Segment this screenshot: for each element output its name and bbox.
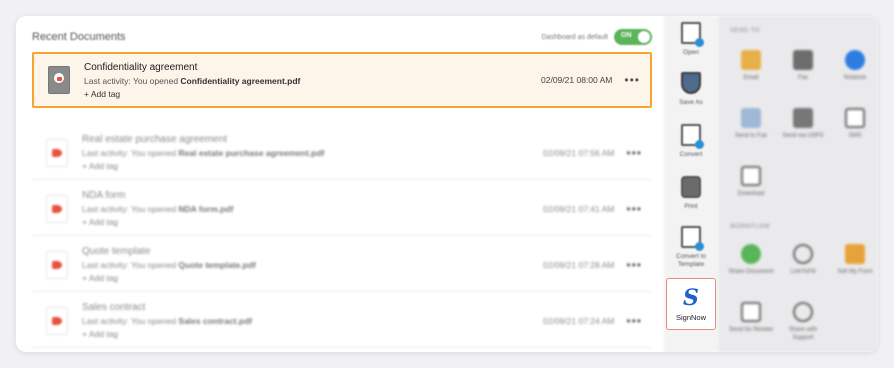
send-for-review-button[interactable]: Send for Review [726, 302, 776, 335]
document-activity: Last activity: You opened NDA form.pdf [82, 204, 234, 214]
signnow-label: SignNow [675, 313, 706, 322]
more-options-icon[interactable]: ••• [624, 73, 640, 87]
pdf-file-icon [46, 138, 68, 167]
document-date: 02/09/21 07:41 AM [543, 203, 615, 214]
sms-button[interactable]: SMS [830, 108, 878, 141]
add-tag-link[interactable]: + Add tag [82, 273, 256, 283]
send-fax-icon [741, 108, 761, 128]
document-info: NDA form Last activity: You opened NDA f… [82, 190, 233, 227]
share-document-button[interactable]: Share Document [726, 244, 776, 277]
send-to-title: SEND TO [730, 28, 760, 34]
open-file-icon [681, 22, 704, 47]
add-tag-link[interactable]: + Add tag [84, 89, 300, 99]
dashboard-default-label: Dashboard as default [541, 33, 608, 41]
main-card: Recent Documents Dashboard as default ON… [16, 16, 878, 352]
toggle-state: ON [621, 32, 632, 39]
notarize-button[interactable]: Notarize [830, 50, 878, 83]
document-info: Sales contract Last activity: You opened… [82, 302, 252, 339]
document-info: Quote template Last activity: You opened… [82, 246, 256, 283]
document-row-selected[interactable]: Confidentiality agreement Last activity:… [32, 52, 652, 108]
section-title: Recent Documents [32, 31, 126, 43]
send-via-usps-button[interactable]: Send via USPS [778, 108, 828, 141]
document-activity: Last activity: You opened Confidentialit… [84, 75, 301, 86]
document-row[interactable]: Real estate purchase agreement Last acti… [32, 126, 652, 180]
save-as-button[interactable]: Save As [664, 72, 718, 107]
dashboard-default-toggle[interactable]: ON [614, 29, 652, 45]
more-options-icon[interactable]: ••• [626, 314, 642, 328]
pdf-file-icon [46, 194, 68, 223]
link-to-fill-button[interactable]: LinkToFill [778, 244, 828, 277]
workflow-title: WORKFLOW [730, 224, 770, 230]
document-name[interactable]: Real estate purchase agreement [82, 134, 324, 145]
template-file-icon [681, 226, 704, 251]
dashboard-default-control: Dashboard as default ON [541, 29, 652, 45]
document-name[interactable]: NDA form [82, 190, 233, 201]
signnow-button[interactable]: S SignNow [666, 278, 716, 330]
add-tag-link[interactable]: + Add tag [82, 217, 233, 227]
support-icon [793, 302, 813, 322]
share-with-support-button[interactable]: Share with Support [778, 302, 828, 342]
flask-icon [681, 72, 701, 94]
link-icon [793, 244, 813, 264]
document-thumbnail-icon [48, 66, 70, 94]
document-row[interactable]: NDA form Last activity: You opened NDA f… [32, 182, 652, 236]
send-to-fax-button[interactable]: Send to Fax [726, 108, 776, 141]
document-date: 02/09/21 08:00 AM [541, 75, 613, 85]
document-name[interactable]: Confidentiality agreement [84, 62, 300, 73]
add-tag-link[interactable]: + Add tag [82, 161, 324, 171]
print-button[interactable]: Print [664, 176, 718, 211]
toggle-knob [638, 31, 650, 43]
document-date: 02/09/21 07:56 AM [543, 147, 615, 158]
printer-icon [681, 176, 701, 198]
document-row[interactable]: Sales contract Last activity: You opened… [32, 294, 652, 348]
document-name[interactable]: Quote template [82, 246, 256, 257]
recent-documents-section: Recent Documents Dashboard as default ON… [16, 16, 664, 352]
sell-my-form-button[interactable]: Sell My Form [830, 244, 878, 277]
pdf-file-icon [46, 306, 68, 335]
convert-file-icon [681, 124, 704, 149]
document-activity: Last activity: You opened Real estate pu… [82, 148, 325, 158]
download-icon [741, 166, 761, 186]
email-button[interactable]: Email [726, 50, 776, 83]
document-row[interactable]: Quote template Last activity: You opened… [32, 238, 652, 292]
document-info: Real estate purchase agreement Last acti… [82, 134, 324, 171]
send-to-panel: SEND TO Email Fax Notarize Send to Fax S… [718, 16, 878, 352]
document-activity: Last activity: You opened Sales contract… [82, 316, 253, 326]
document-name[interactable]: Sales contract [82, 302, 252, 313]
more-options-icon[interactable]: ••• [626, 202, 642, 216]
docs-header: Recent Documents Dashboard as default ON [32, 24, 652, 50]
convert-button[interactable]: Convert [664, 124, 718, 159]
open-button[interactable]: Open [664, 22, 718, 57]
pdf-file-icon [46, 250, 68, 279]
envelope-icon [741, 50, 761, 70]
more-options-icon[interactable]: ••• [626, 146, 642, 160]
document-info: Confidentiality agreement Last activity:… [84, 62, 300, 99]
download-button[interactable]: Download [726, 166, 776, 199]
signnow-logo-icon: S [683, 285, 699, 311]
chat-bubble-icon [845, 108, 865, 128]
convert-to-template-button[interactable]: Convert to Template [664, 226, 718, 269]
more-options-icon[interactable]: ••• [626, 258, 642, 272]
mailbox-icon [793, 108, 813, 128]
document-activity: Last activity: You opened Quote template… [82, 260, 256, 270]
add-tag-link[interactable]: + Add tag [82, 329, 252, 339]
share-icon [741, 244, 761, 264]
document-date: 02/09/21 07:24 AM [543, 315, 615, 326]
notarize-icon [845, 50, 865, 70]
fax-icon [793, 50, 813, 70]
review-icon [741, 302, 761, 322]
document-date: 02/09/21 07:28 AM [543, 259, 615, 270]
fax-button[interactable]: Fax [778, 50, 828, 83]
sell-form-icon [845, 244, 865, 264]
